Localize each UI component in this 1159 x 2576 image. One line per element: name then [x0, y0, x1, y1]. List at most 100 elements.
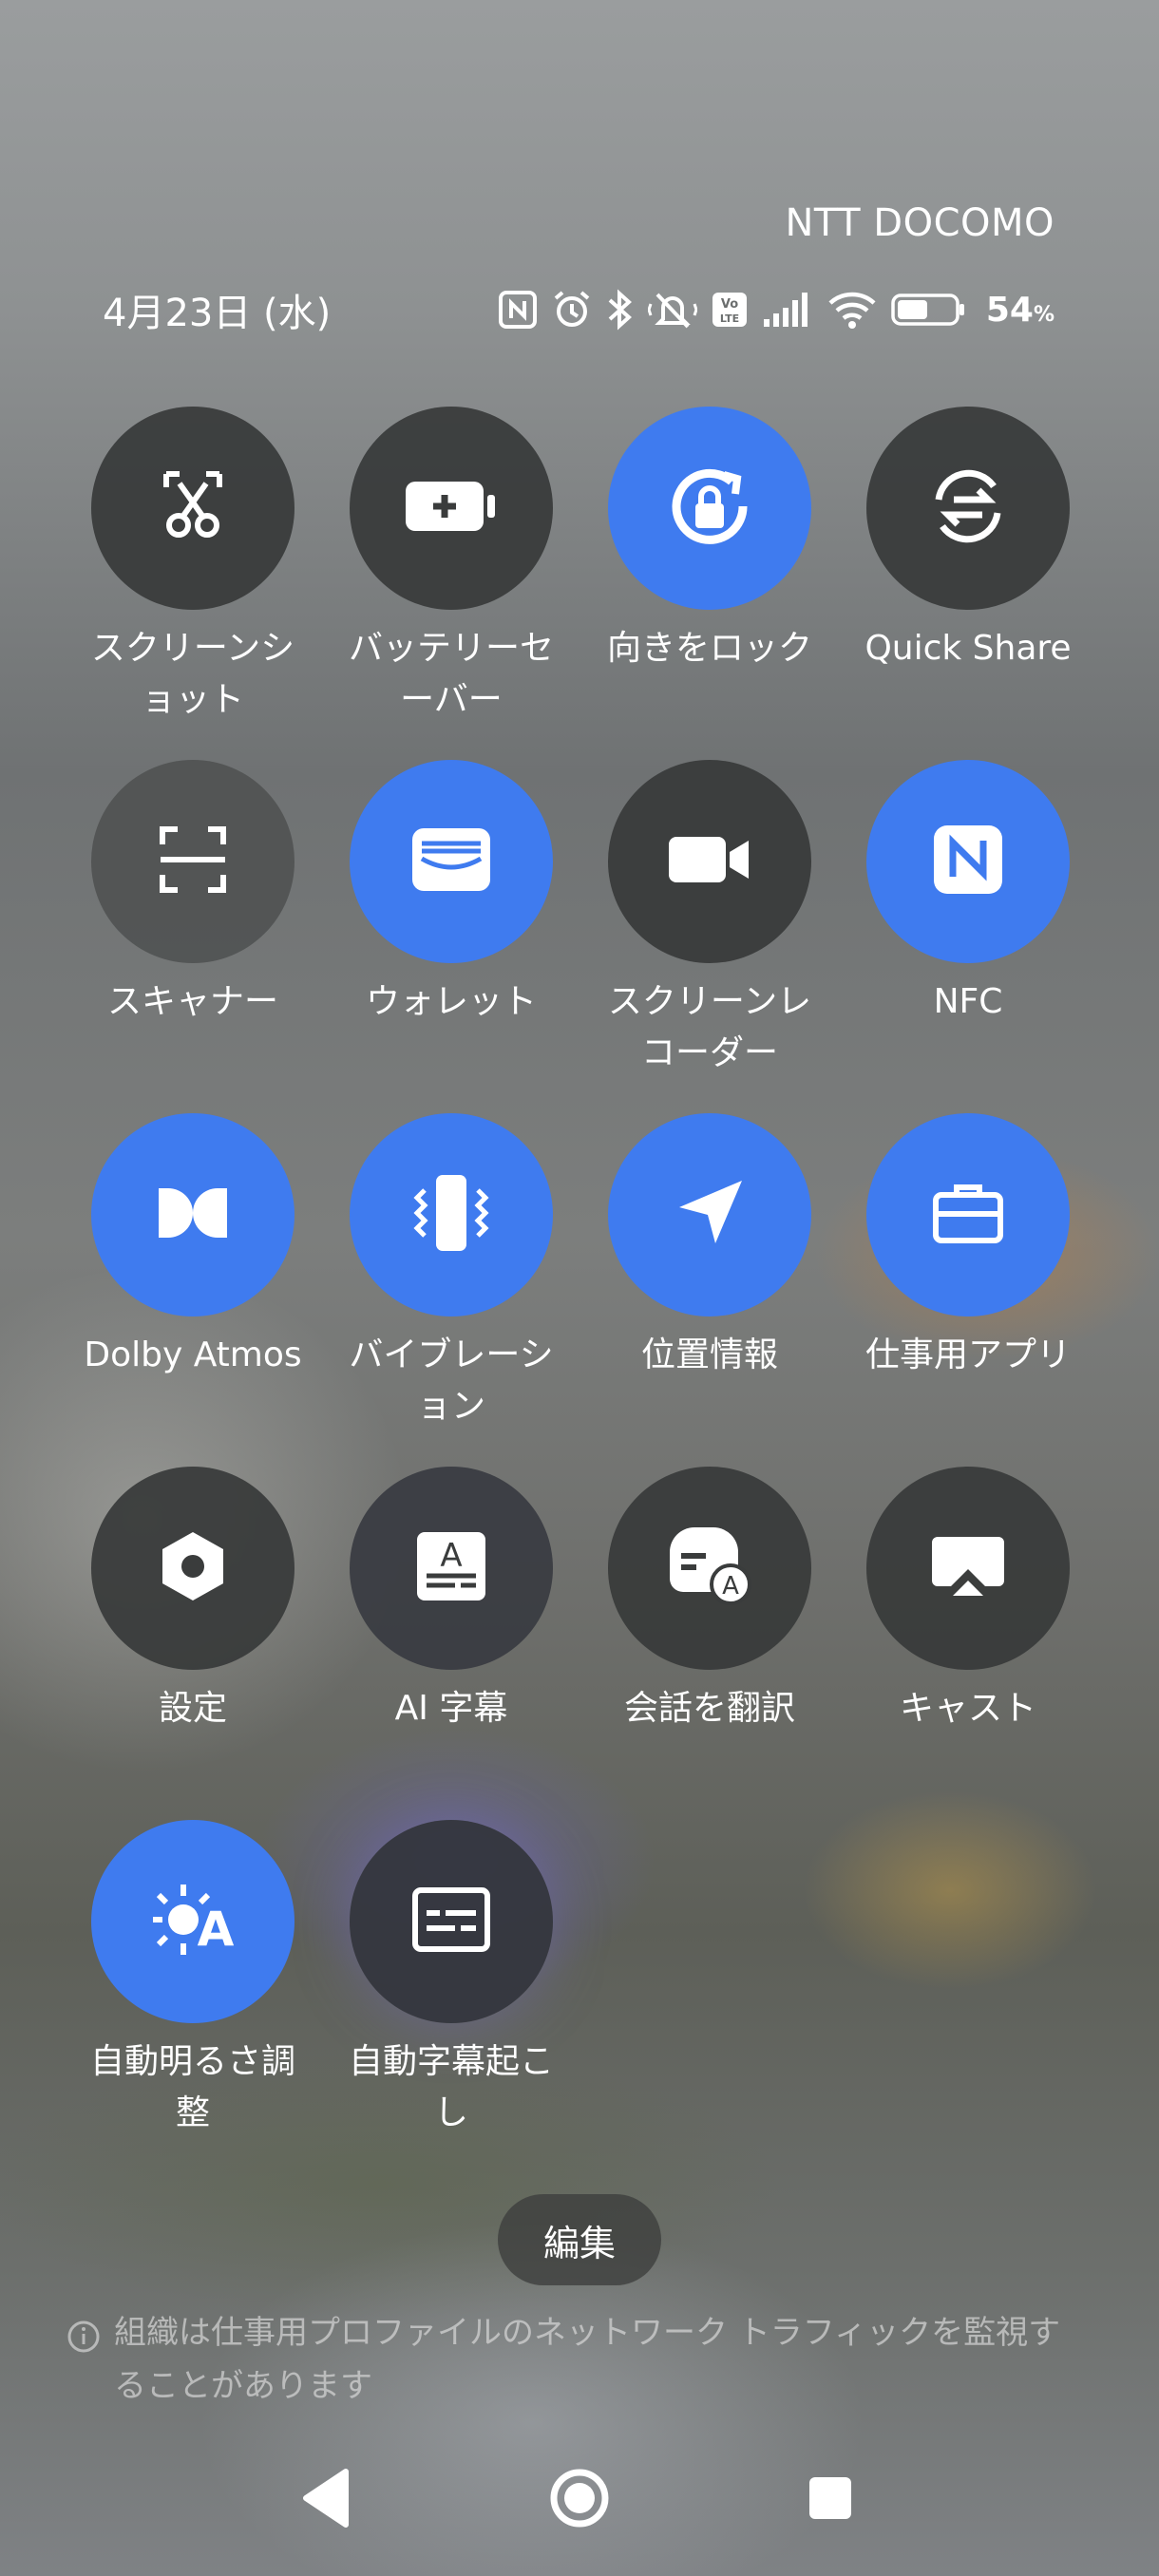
info-icon	[66, 2306, 101, 2358]
quick-settings-grid: スクリーンショット バッテリーセーバー 向きをロック Quick Share ス…	[64, 407, 1097, 2173]
tile-cast-button[interactable]	[866, 1467, 1070, 1670]
tile-nfc-button[interactable]	[866, 760, 1070, 963]
tile-work-apps-button[interactable]	[866, 1113, 1070, 1316]
tile-scanner-button[interactable]	[91, 760, 294, 963]
tile-quick-share-button[interactable]	[866, 407, 1070, 610]
tile-conversation-translate[interactable]: A 会話を翻訳	[580, 1467, 839, 1820]
tile-label: NFC	[933, 982, 1003, 1021]
tile-label: スクリーンショット	[90, 629, 295, 719]
tile-quick-share[interactable]: Quick Share	[839, 407, 1097, 760]
tile-scanner[interactable]: スキャナー	[64, 760, 322, 1113]
tile-vibration[interactable]: バイブレーション	[322, 1113, 580, 1467]
tile-vibration-button[interactable]	[350, 1113, 553, 1316]
tile-screenshot[interactable]: スクリーンショット	[64, 407, 322, 760]
date-label: 4月23日 (水)	[103, 292, 332, 335]
ai-caption-icon: A	[413, 1528, 489, 1608]
tile-dolby-atmos-button[interactable]	[91, 1113, 294, 1316]
tile-wallet[interactable]: ウォレット	[322, 760, 580, 1113]
tile-settings[interactable]: 設定	[64, 1467, 322, 1820]
svg-text:A: A	[198, 1902, 235, 1957]
tile-ai-caption[interactable]: A AI 字幕	[322, 1467, 580, 1820]
status-icons: Vo LTE 54%	[498, 289, 1054, 331]
tile-location-button[interactable]	[608, 1113, 811, 1316]
tile-label: AI 字幕	[394, 1689, 508, 1728]
tile-label: スクリーンレコーダー	[607, 982, 812, 1072]
tile-label: 向きをロック	[606, 629, 812, 668]
tile-wallet-button[interactable]	[350, 760, 553, 963]
navigation-bar	[0, 2451, 1159, 2546]
battery-icon	[891, 291, 967, 329]
rotation-lock-icon	[657, 454, 762, 562]
tile-screen-recorder[interactable]: スクリーンレコーダー	[580, 760, 839, 1113]
silent-vibrate-icon	[647, 289, 697, 331]
edit-button[interactable]: 編集	[498, 2194, 661, 2285]
battery-saver-icon	[404, 476, 499, 540]
dolby-icon	[155, 1184, 231, 1245]
vibration-icon	[404, 1165, 499, 1264]
tile-label: Quick Share	[864, 629, 1072, 668]
wifi-icon	[826, 290, 878, 330]
tile-auto-brightness-button[interactable]: A	[91, 1820, 294, 2023]
location-arrow-icon	[672, 1175, 748, 1255]
tile-label: キャスト	[899, 1689, 1036, 1728]
svg-text:A: A	[440, 1537, 462, 1575]
tile-location[interactable]: 位置情報	[580, 1113, 839, 1467]
notice-text: 組織は仕事用プロファイルのネットワーク トラフィックを監視することがあります	[114, 2314, 1061, 2405]
bluetooth-icon	[606, 289, 635, 331]
live-transcribe-icon	[411, 1886, 491, 1957]
tile-work-apps[interactable]: 仕事用アプリ	[839, 1113, 1097, 1467]
scanner-icon	[155, 822, 231, 901]
tile-conversation-translate-button[interactable]: A	[608, 1467, 811, 1670]
tile-label: バイブレーション	[349, 1335, 554, 1426]
auto-brightness-icon: A	[145, 1877, 240, 1966]
tile-screenshot-button[interactable]	[91, 407, 294, 610]
tile-screen-recorder-button[interactable]	[608, 760, 811, 963]
recents-icon[interactable]	[808, 2475, 853, 2521]
tile-cast[interactable]: キャスト	[839, 1467, 1097, 1820]
video-camera-icon	[667, 831, 752, 892]
nfc-icon	[498, 290, 538, 330]
tile-label: 自動字幕起こし	[348, 2042, 554, 2132]
home-icon[interactable]	[547, 2466, 612, 2530]
nfc-icon	[930, 822, 1006, 901]
briefcase-icon	[932, 1182, 1004, 1248]
tile-label: スキャナー	[106, 982, 278, 1021]
tile-label: 設定	[158, 1689, 227, 1728]
tile-dolby-atmos[interactable]: Dolby Atmos	[64, 1113, 322, 1467]
tile-label: 位置情報	[640, 1335, 778, 1374]
status-bar: 4月23日 (水) Vo LTE 54%	[103, 281, 1054, 338]
battery-percent-value: 54	[985, 290, 1034, 330]
scissors-icon	[153, 466, 233, 550]
cast-icon	[930, 1533, 1006, 1603]
wallet-icon	[408, 824, 494, 899]
tile-settings-button[interactable]	[91, 1467, 294, 1670]
volte-icon: Vo LTE	[711, 291, 749, 329]
tile-rotation-lock[interactable]: 向きをロック	[580, 407, 839, 760]
carrier-name: NTT DOCOMO	[785, 201, 1054, 245]
tile-label: バッテリーセーバー	[348, 629, 554, 719]
work-profile-notice: 組織は仕事用プロファイルのネットワーク トラフィックを監視することがあります	[66, 2306, 1074, 2413]
svg-text:Vo: Vo	[721, 297, 738, 312]
battery-percent-sign: %	[1033, 302, 1054, 327]
tile-battery-saver-button[interactable]	[350, 407, 553, 610]
quick-share-icon	[925, 464, 1011, 553]
tile-label: 会話を翻訳	[623, 1689, 795, 1728]
back-icon[interactable]	[300, 2468, 353, 2529]
tile-auto-brightness[interactable]: A 自動明るさ調整	[64, 1820, 322, 2173]
tile-label: 仕事用アプリ	[864, 1335, 1071, 1374]
alarm-icon	[551, 289, 593, 331]
tile-nfc[interactable]: NFC	[839, 760, 1097, 1113]
tile-label: 自動明るさ調整	[89, 2042, 295, 2132]
svg-text:A: A	[722, 1572, 739, 1601]
battery-percent: 54%	[986, 291, 1054, 330]
tile-live-transcribe[interactable]: 自動字幕起こし	[322, 1820, 580, 2173]
tile-live-transcribe-button[interactable]	[350, 1820, 553, 2023]
svg-text:LTE: LTE	[720, 313, 739, 325]
tile-ai-caption-button[interactable]: A	[350, 1467, 553, 1670]
settings-hexagon-icon	[155, 1528, 231, 1608]
translate-chat-icon: A	[664, 1524, 755, 1613]
tile-rotation-lock-button[interactable]	[608, 407, 811, 610]
signal-icon	[762, 291, 813, 329]
tile-label: ウォレット	[365, 982, 537, 1021]
tile-battery-saver[interactable]: バッテリーセーバー	[322, 407, 580, 760]
